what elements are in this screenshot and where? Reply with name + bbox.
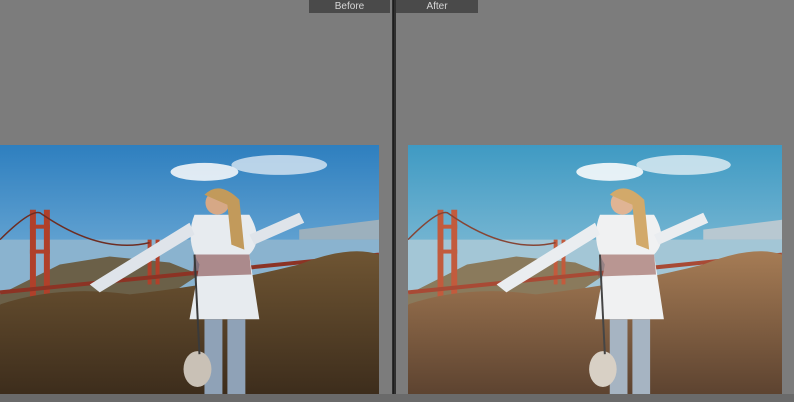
before-photo[interactable]: [0, 145, 379, 394]
before-pane: Before: [0, 0, 392, 402]
photo-before-scene: [0, 145, 379, 394]
photo-after-scene: [408, 145, 782, 394]
before-label: Before: [309, 0, 390, 13]
after-label: After: [396, 0, 478, 13]
divider-line: [393, 0, 394, 402]
after-photo[interactable]: [408, 145, 782, 394]
bottom-strip: [0, 394, 794, 402]
after-pane: After: [396, 0, 794, 402]
